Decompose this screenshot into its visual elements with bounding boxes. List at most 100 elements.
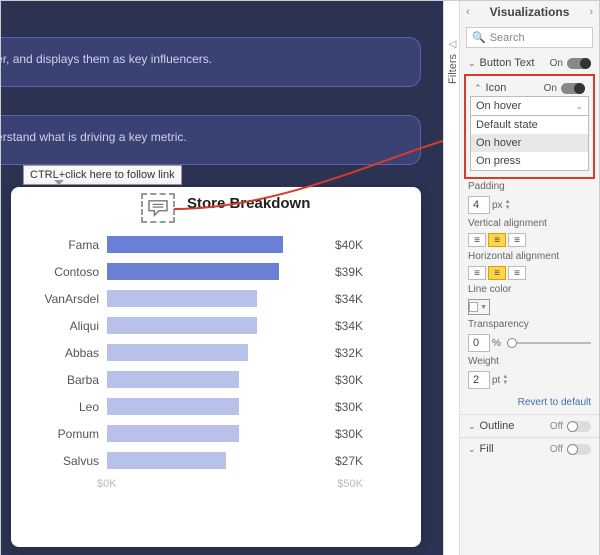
state-dropdown[interactable]: On hover ⌄ <box>470 96 589 116</box>
bar-fill <box>107 317 257 334</box>
bar-value-label: $32K <box>335 346 363 360</box>
bar-track <box>107 425 327 442</box>
chevron-down-icon: ⌄ <box>575 101 583 112</box>
align-right-button[interactable]: ≡ <box>508 266 526 280</box>
chevron-down-icon: ⌄ <box>468 421 476 432</box>
spinner-icon[interactable]: ▲▼ <box>502 375 508 386</box>
toggle-switch[interactable] <box>567 444 591 455</box>
bar-value-label: $34K <box>335 292 363 306</box>
pane-title: Visualizations <box>490 5 570 19</box>
info-card: hatter, and displays them as key influen… <box>1 37 421 87</box>
toggle-state: Off <box>550 421 563 432</box>
align-bottom-button[interactable]: ≡ <box>508 233 526 247</box>
dropdown-option[interactable]: On press <box>471 152 588 170</box>
weight-label: Weight <box>460 354 599 369</box>
vertical-alignment-group: ≡ ≡ ≡ <box>468 233 591 247</box>
bar-category: Aliqui <box>29 319 107 333</box>
section-label: Icon <box>486 82 544 94</box>
chart-title: Store Breakdown <box>187 195 310 212</box>
transparency-input[interactable]: 0 % <box>468 334 501 352</box>
bar-fill <box>107 290 257 307</box>
section-label: Outline <box>480 420 550 432</box>
bar-fill <box>107 263 279 280</box>
toggle-switch[interactable] <box>561 83 585 94</box>
align-left-button[interactable]: ≡ <box>468 266 486 280</box>
weight-value[interactable]: 2 <box>468 371 490 389</box>
bar-value-label: $39K <box>335 265 363 279</box>
chevron-left-icon: ◁ <box>449 39 457 50</box>
padding-value[interactable]: 4 <box>468 196 490 214</box>
bar-fill <box>107 236 283 253</box>
bar-row: VanArsdel $34K <box>29 285 403 312</box>
section-label: Button Text <box>480 57 550 69</box>
dropdown-option[interactable]: On hover <box>471 134 588 152</box>
toggle-state: On <box>544 83 557 94</box>
weight-input[interactable]: 2 pt ▲▼ <box>468 371 591 389</box>
chevron-down-icon: ⌄ <box>468 58 476 69</box>
bar-track <box>107 371 327 388</box>
transparency-label: Transparency <box>460 317 599 332</box>
align-top-button[interactable]: ≡ <box>468 233 486 247</box>
chart-visual[interactable]: Store Breakdown Fama $40K Contoso $39K VanAr… <box>11 187 421 547</box>
bar-track <box>107 452 327 469</box>
bar-row: Abbas$32K <box>29 339 403 366</box>
align-middle-button[interactable]: ≡ <box>488 233 506 247</box>
linecolor-label: Line color <box>460 282 599 297</box>
chevron-down-icon: ⌄ <box>468 444 476 455</box>
x-axis-tick: $0K <box>97 478 117 490</box>
bar-value-label: $27K <box>335 454 363 468</box>
bar-chart: Fama $40K Contoso $39K VanArsdel $34K Aliqui $3… <box>11 227 421 474</box>
revert-to-default-link[interactable]: Revert to default <box>460 391 599 414</box>
search-input[interactable]: 🔍 Search <box>466 27 593 48</box>
dropdown-option[interactable]: Default state <box>471 116 588 134</box>
tooltip-text: CTRL+click here to follow link <box>30 169 175 181</box>
weight-unit: pt <box>492 375 500 386</box>
bar-row: Contoso $39K <box>29 258 403 285</box>
outline-section[interactable]: ⌄ Outline Off <box>460 414 599 437</box>
bar-category: Contoso <box>29 265 107 279</box>
visualizations-pane: ‹ Visualizations › 🔍 Search ⌄ Button Tex… <box>459 1 599 555</box>
bar-track <box>107 344 327 361</box>
bar-fill <box>107 425 239 442</box>
state-dropdown-list: Default state On hover On press <box>470 116 589 171</box>
toggle-switch[interactable] <box>567 421 591 432</box>
valign-label: Vertical alignment <box>460 216 599 231</box>
padding-label: Padding <box>460 179 599 194</box>
padding-unit: px <box>492 200 503 211</box>
chevron-right-icon[interactable]: › <box>589 6 593 18</box>
bar-category: Fama <box>29 238 107 252</box>
dropdown-value: On hover <box>476 100 521 112</box>
bar-value-label: $40K <box>335 238 363 252</box>
annotation-highlight: ⌃ Icon On On hover ⌄ Default state On ho… <box>464 74 595 179</box>
align-center-button[interactable]: ≡ <box>488 266 506 280</box>
chat-bubble-icon[interactable] <box>141 193 175 223</box>
bar-category: VanArsdel <box>29 292 107 306</box>
chevron-left-icon[interactable]: ‹ <box>466 6 470 18</box>
bar-fill <box>107 452 226 469</box>
button-text-section[interactable]: ⌄ Button Text On <box>460 52 599 74</box>
bar-row: Pomum$30K <box>29 420 403 447</box>
horizontal-alignment-group: ≡ ≡ ≡ <box>468 266 591 280</box>
bar-row: Leo$30K <box>29 393 403 420</box>
padding-input[interactable]: 4 px ▲▼ <box>468 196 591 214</box>
icon-section[interactable]: ⌃ Icon On <box>470 80 589 96</box>
bar-track <box>107 317 327 334</box>
bar-row: Fama $40K <box>29 231 403 258</box>
bar-track <box>107 290 327 307</box>
transparency-slider[interactable] <box>507 342 591 344</box>
search-icon: 🔍 <box>472 31 486 44</box>
spinner-icon[interactable]: ▲▼ <box>505 200 511 211</box>
transparency-value[interactable]: 0 <box>468 334 490 352</box>
bar-row: Salvus$27K <box>29 447 403 474</box>
search-placeholder: Search <box>490 32 525 44</box>
fill-section[interactable]: ⌄ Fill Off <box>460 437 599 460</box>
bar-track <box>107 398 327 415</box>
chevron-down-icon: ▼ <box>480 304 487 311</box>
toggle-switch[interactable] <box>567 58 591 69</box>
line-color-picker[interactable]: ▼ <box>468 299 490 315</box>
link-tooltip: CTRL+click here to follow link <box>23 165 182 185</box>
bar-category: Pomum <box>29 427 107 441</box>
info-card-text: hatter, and displays them as key influen… <box>1 52 212 66</box>
bar-fill <box>107 398 239 415</box>
transparency-unit: % <box>492 338 501 349</box>
